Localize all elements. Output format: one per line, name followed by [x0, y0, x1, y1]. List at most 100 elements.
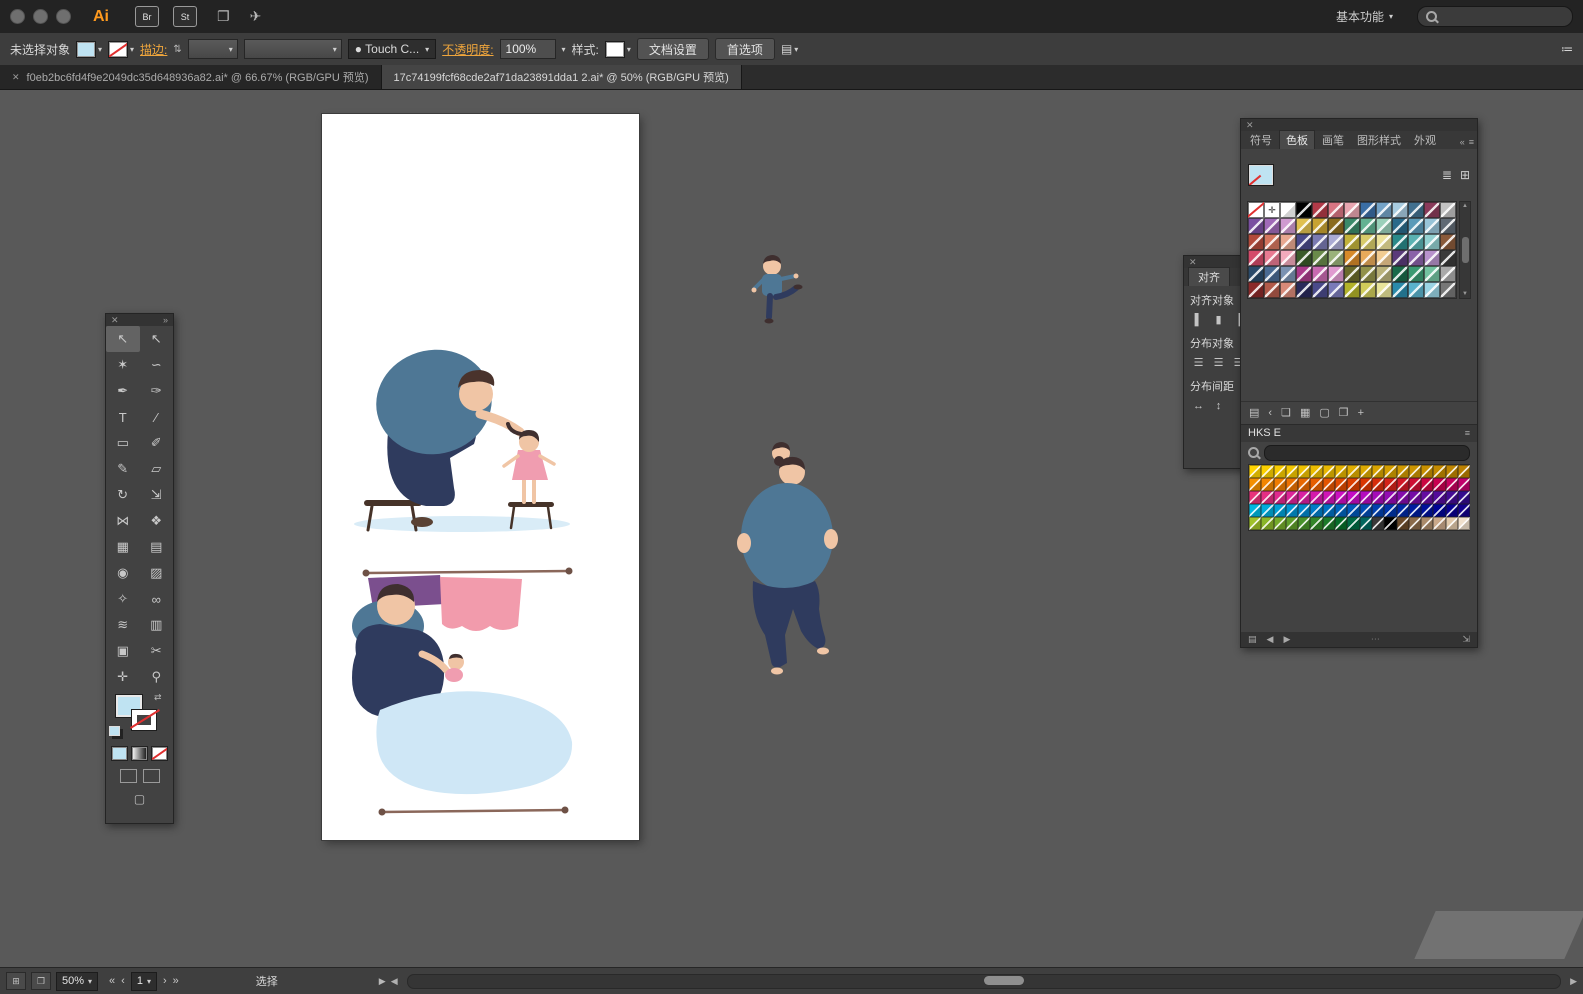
color-swatch[interactable] [1392, 266, 1408, 282]
distribute-icon[interactable]: ☰ [1211, 355, 1226, 370]
mother-figure[interactable] [735, 439, 840, 679]
color-swatch[interactable] [1248, 218, 1264, 234]
color-swatch[interactable] [1249, 517, 1261, 530]
color-swatch[interactable] [1409, 504, 1421, 517]
color-swatch[interactable] [1421, 517, 1433, 530]
color-swatch[interactable] [1323, 517, 1335, 530]
color-swatch[interactable]: ✛ [1264, 202, 1280, 218]
color-swatch[interactable] [1458, 478, 1470, 491]
color-swatch[interactable] [1397, 504, 1409, 517]
color-swatch[interactable] [1421, 478, 1433, 491]
scrollbar-thumb[interactable] [984, 976, 1024, 985]
color-swatch[interactable] [1392, 282, 1408, 298]
hand-tool[interactable]: ✛ [106, 664, 140, 690]
color-swatch[interactable] [1376, 202, 1392, 218]
color-swatch[interactable] [1335, 517, 1347, 530]
snap-options-dropdown[interactable]: ▤ ▾ [781, 42, 798, 56]
lasso-tool[interactable]: ∽ [140, 352, 174, 378]
color-swatch[interactable] [1296, 218, 1312, 234]
color-swatch[interactable] [1335, 465, 1347, 478]
color-swatch[interactable] [1335, 491, 1347, 504]
control-panel-menu-icon[interactable]: ≔ [1561, 42, 1573, 56]
color-swatch[interactable] [1409, 465, 1421, 478]
stroke-color-swatch[interactable] [108, 41, 128, 58]
spacing-icon[interactable]: ↔ [1191, 398, 1206, 413]
swatch-library-button[interactable]: ▢ [1319, 406, 1329, 419]
free-transform-tool[interactable]: ❖ [140, 508, 174, 534]
color-swatch[interactable] [1440, 250, 1456, 266]
color-swatch[interactable] [1360, 266, 1376, 282]
next-artboard-icon[interactable]: › [163, 975, 167, 987]
color-swatch[interactable] [1440, 266, 1456, 282]
mesh-tool[interactable]: ◉ [106, 560, 140, 586]
color-swatch[interactable] [1344, 282, 1360, 298]
horizontal-scrollbar[interactable] [407, 974, 1561, 989]
panel-menu-icon[interactable]: ≡ [1465, 428, 1470, 438]
color-swatch[interactable] [1328, 218, 1344, 234]
color-swatch[interactable] [1408, 282, 1424, 298]
search-input[interactable] [1417, 6, 1573, 27]
color-swatch[interactable] [1296, 234, 1312, 250]
color-swatch[interactable] [1433, 491, 1445, 504]
color-swatch[interactable] [1274, 478, 1286, 491]
color-swatch[interactable] [1424, 234, 1440, 250]
color-swatch[interactable] [1384, 517, 1396, 530]
color-swatch[interactable] [1286, 478, 1298, 491]
color-swatch[interactable] [1312, 282, 1328, 298]
doc-tab-inactive[interactable]: ✕ f0eb2bc6fd4f9e2049dc35d648936a82.ai* @… [0, 65, 382, 89]
pen-tool[interactable]: ✒ [106, 378, 140, 404]
color-swatch[interactable] [1458, 517, 1470, 530]
fill-color-control[interactable]: ▾ [76, 41, 102, 58]
color-swatch[interactable] [1372, 465, 1384, 478]
color-swatch[interactable] [1261, 478, 1273, 491]
color-swatch[interactable] [1384, 504, 1396, 517]
last-artboard-icon[interactable]: » [173, 975, 179, 987]
close-icon[interactable]: ✕ [1246, 120, 1254, 131]
doc-tab-active[interactable]: 17c74199fcf68cde2af71da23891dda1 2.ai* @… [382, 65, 742, 89]
color-swatch[interactable] [1424, 250, 1440, 266]
color-swatch[interactable] [1421, 465, 1433, 478]
tab-symbols[interactable]: 符号 [1244, 131, 1278, 149]
color-swatch[interactable] [1409, 491, 1421, 504]
color-swatch[interactable] [1384, 465, 1396, 478]
color-swatch[interactable] [1274, 465, 1286, 478]
color-swatch[interactable] [1280, 282, 1296, 298]
color-swatch[interactable] [1360, 517, 1372, 530]
direct-selection-tool[interactable]: ↖ [106, 326, 140, 352]
variable-width-profile-dropdown[interactable]: ▾ [244, 39, 342, 59]
fill-color-swatch[interactable] [76, 41, 96, 58]
column-graph-tool[interactable]: ▥ [140, 612, 174, 638]
color-swatch[interactable] [1360, 234, 1376, 250]
workspace-switcher[interactable]: 基本功能 ▾ [1336, 8, 1393, 25]
color-swatch[interactable] [1376, 218, 1392, 234]
color-swatch[interactable] [1384, 478, 1396, 491]
boy-figure[interactable] [750, 251, 810, 341]
color-swatch[interactable] [1286, 504, 1298, 517]
screen-mode-button[interactable]: ▢ [106, 792, 173, 806]
color-swatch[interactable] [1280, 234, 1296, 250]
color-swatch[interactable] [1312, 234, 1328, 250]
panel-menu-icon[interactable]: ≡ [1469, 137, 1474, 147]
stroke-weight-dropdown[interactable]: ▾ [188, 39, 238, 59]
tab-brushes[interactable]: 画笔 [1316, 131, 1350, 149]
color-swatch[interactable] [1249, 491, 1261, 504]
color-swatch[interactable] [1440, 282, 1456, 298]
color-swatch[interactable] [1328, 202, 1344, 218]
export-button[interactable]: ❐ [31, 972, 51, 990]
color-swatch[interactable] [1280, 266, 1296, 282]
align-icon[interactable]: ▌ [1191, 312, 1206, 327]
color-swatch[interactable] [1424, 218, 1440, 234]
gradient-tool[interactable]: ▨ [140, 560, 174, 586]
color-swatch[interactable] [1409, 478, 1421, 491]
color-swatch[interactable] [1344, 250, 1360, 266]
align-icon[interactable]: ▮ [1211, 312, 1226, 327]
color-swatch[interactable] [1298, 465, 1310, 478]
gpu-performance-icon[interactable]: ✈ [250, 8, 262, 25]
document-setup-button[interactable]: 文档设置 [637, 38, 709, 60]
color-swatch[interactable] [1296, 266, 1312, 282]
color-swatch[interactable] [1261, 465, 1273, 478]
swap-fill-stroke-icon[interactable]: ⇄ [154, 692, 162, 703]
color-swatch[interactable] [1392, 202, 1408, 218]
window-minimize-button[interactable] [33, 9, 48, 24]
color-swatch[interactable] [1310, 478, 1322, 491]
